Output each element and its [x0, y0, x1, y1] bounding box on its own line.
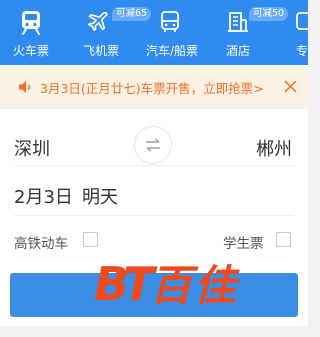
train-icon: [22, 11, 40, 35]
notice-text[interactable]: 3月3日(正月廿七)车票开售，立即抢票>: [40, 78, 264, 97]
depart-date[interactable]: 2月3日: [14, 183, 73, 209]
student-label: 学生票: [223, 236, 264, 252]
close-icon[interactable]: [284, 80, 297, 93]
nav-label-hotel: 酒店: [226, 44, 251, 58]
speaker-icon: [19, 81, 31, 93]
to-city[interactable]: 郴州: [256, 135, 292, 161]
swap-arrows-icon: [146, 138, 160, 152]
divider: [14, 215, 294, 216]
bottom-strip: [0, 326, 308, 337]
swap-button[interactable]: [134, 126, 172, 164]
nav-label-train: 火车票: [13, 44, 50, 58]
search-card: 深圳 郴州 2月3日 明天 高铁动车 学生票 BT 百佳: [0, 109, 308, 337]
student-checkbox[interactable]: [276, 232, 291, 247]
top-nav: 火车票 可减65 飞机票 汽车/船票 可减50 酒店 专: [0, 0, 308, 65]
from-city[interactable]: 深圳: [14, 135, 50, 161]
nav-label-bus: 汽车/船票: [146, 44, 199, 58]
watermark-text: 百佳: [150, 261, 239, 310]
hotel-icon: [228, 12, 248, 32]
bus-icon: [161, 11, 179, 32]
watermark-logo: BT: [94, 257, 155, 311]
nav-label-more: 专: [296, 44, 308, 58]
airplane-icon: [88, 12, 108, 31]
nav-item-flight[interactable]: 可减65 飞机票: [62, 0, 152, 65]
nav-label-flight: 飞机票: [83, 44, 120, 58]
highspeed-checkbox[interactable]: [83, 232, 98, 247]
nav-item-hotel[interactable]: 可减50 酒店: [214, 0, 289, 65]
nav-item-more[interactable]: 专: [290, 0, 308, 65]
notice-bar[interactable]: 3月3日(正月廿七)车票开售，立即抢票>: [0, 65, 308, 109]
divider: [14, 165, 294, 166]
highspeed-label: 高铁动车: [14, 236, 68, 252]
depart-date-desc: 明天: [82, 187, 118, 208]
nav-item-train[interactable]: 火车票: [0, 0, 62, 65]
nav-badge-hotel: 可减50: [249, 7, 289, 21]
nav-item-bus[interactable]: 汽车/船票: [136, 0, 206, 65]
more-icon: [296, 12, 308, 30]
